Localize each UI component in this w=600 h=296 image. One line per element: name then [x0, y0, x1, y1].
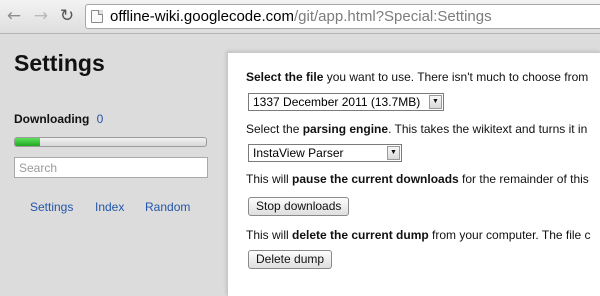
page-icon [91, 10, 103, 23]
browser-toolbar: ← → ↻ offline-wiki.googlecode.com/git/ap… [0, 0, 600, 34]
parser-select-value: InstaView Parser [253, 146, 344, 160]
parser-description: Select the parsing engine. This takes th… [246, 122, 587, 136]
downloading-count[interactable]: 0 [97, 112, 104, 126]
page-title: Settings [14, 50, 105, 76]
nav-link-random[interactable]: Random [145, 200, 190, 214]
pause-description-text: for the remainder of this [458, 172, 589, 186]
nav-link-settings[interactable]: Settings [30, 200, 73, 214]
stop-downloads-button[interactable]: Stop downloads [248, 197, 350, 216]
downloading-status: Downloading 0 [14, 112, 103, 126]
url-host: offline-wiki.googlecode.com [110, 8, 294, 25]
file-description-bold: Select the file [246, 70, 324, 84]
parser-description-bold: parsing engine [302, 122, 389, 136]
parser-description-prefix: Select the [246, 122, 303, 136]
parser-select[interactable]: InstaView Parser ▼ [248, 144, 402, 162]
search-input[interactable] [14, 157, 208, 178]
parser-description-text: . This takes the wikitext and turns it i… [388, 122, 588, 136]
file-select[interactable]: 1337 December 2011 (13.7MB) ▼ [248, 93, 444, 111]
reload-icon[interactable]: ↻ [57, 6, 77, 26]
downloading-label: Downloading [14, 112, 90, 126]
nav-link-index[interactable]: Index [95, 200, 124, 214]
file-description-text: you want to use. There isn't much to cho… [323, 70, 589, 84]
address-bar[interactable]: offline-wiki.googlecode.com/git/app.html… [85, 4, 600, 29]
forward-arrow-icon[interactable]: → [31, 6, 51, 26]
dropdown-arrow-icon: ▼ [429, 95, 442, 109]
delete-dump-button[interactable]: Delete dump [248, 250, 333, 269]
delete-description-text: from your computer. The file c [428, 228, 591, 242]
back-arrow-icon[interactable]: ← [4, 6, 24, 26]
pause-description-prefix: This will [246, 172, 293, 186]
dropdown-arrow-icon: ▼ [387, 146, 400, 160]
download-progress-bar [14, 137, 207, 147]
download-progress-fill [15, 138, 40, 146]
url-path: /git/app.html?Special:Settings [294, 8, 492, 25]
pause-description: This will pause the current downloads fo… [246, 172, 589, 186]
settings-panel: Select the file you want to use. There i… [227, 52, 600, 296]
delete-description-prefix: This will [246, 228, 293, 242]
file-description: Select the file you want to use. There i… [246, 70, 588, 84]
delete-description-bold: delete the current dump [292, 228, 429, 242]
delete-description: This will delete the current dump from y… [246, 228, 591, 242]
url-text[interactable]: offline-wiki.googlecode.com/git/app.html… [110, 8, 492, 25]
pause-description-bold: pause the current downloads [292, 172, 459, 186]
file-select-value: 1337 December 2011 (13.7MB) [253, 95, 421, 109]
